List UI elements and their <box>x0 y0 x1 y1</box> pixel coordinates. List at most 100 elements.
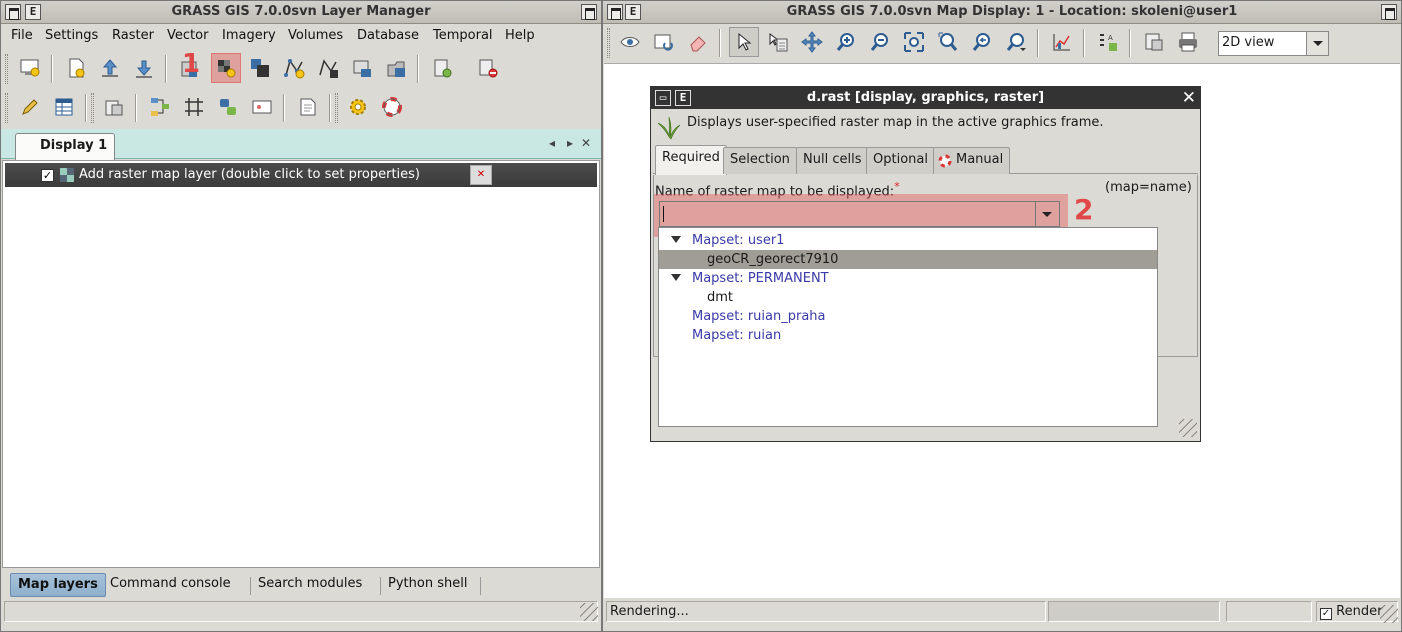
resize-grip[interactable] <box>580 603 598 621</box>
analyze-icon[interactable] <box>1047 27 1077 57</box>
window-minimize-icon[interactable] <box>581 4 597 20</box>
layer-remove-icon[interactable]: ✕ <box>470 165 492 185</box>
new-workspace-icon[interactable] <box>61 53 91 83</box>
pan-icon[interactable] <box>797 27 827 57</box>
list-item[interactable]: Mapset: ruian <box>659 326 1157 345</box>
cartographic-composer-icon[interactable] <box>247 92 277 122</box>
zoom-extent-icon[interactable] <box>899 27 929 57</box>
window-menu-icon[interactable] <box>5 4 21 20</box>
attribute-table-icon[interactable] <box>49 92 79 122</box>
pointer-icon[interactable] <box>729 27 759 57</box>
tab-next-icon[interactable]: ▸ <box>567 136 573 150</box>
menu-temporal[interactable]: Temporal <box>433 28 493 43</box>
launch-script-icon[interactable] <box>293 92 323 122</box>
layer-tree[interactable]: ✓ Add raster map layer (double click to … <box>2 160 600 568</box>
georectify-icon[interactable] <box>99 92 129 122</box>
tab-search-modules[interactable]: Search modules <box>251 573 369 597</box>
bottom-notebook: Map layers Command console Search module… <box>2 569 600 597</box>
print-icon[interactable] <box>1173 27 1203 57</box>
add-vector-map-layer-icon[interactable] <box>279 53 309 83</box>
toolbar-grip[interactable] <box>607 28 610 58</box>
add-raster-map-layer-icon[interactable] <box>211 53 241 83</box>
list-item[interactable]: geoCR_georect7910 <box>659 250 1157 269</box>
layer-row[interactable]: ✓ Add raster map layer (double click to … <box>5 163 597 187</box>
toolbar-grip[interactable] <box>91 93 94 123</box>
render-checkbox[interactable]: ✓ <box>1320 608 1332 620</box>
menu-vector[interactable]: Vector <box>167 28 208 43</box>
raster-map-input[interactable] <box>659 201 1060 227</box>
dialog-resize-grip[interactable] <box>1179 419 1197 437</box>
tab-command-console[interactable]: Command console <box>103 573 238 597</box>
tab-display-1[interactable]: Display 1 <box>15 133 115 160</box>
chevron-down-icon[interactable] <box>1035 202 1059 226</box>
tab-required[interactable]: Required <box>655 145 727 175</box>
dialog-e-button[interactable]: E <box>675 90 691 106</box>
menu-file[interactable]: File <box>11 28 33 43</box>
save-display-icon[interactable] <box>1139 27 1169 57</box>
window-e-button[interactable]: E <box>25 4 41 20</box>
tab-null-cells[interactable]: Null cells <box>796 147 869 174</box>
toolbar-grip[interactable] <box>5 54 8 84</box>
erase-display-icon[interactable] <box>683 27 713 57</box>
list-item[interactable]: Mapset: ruian_praha <box>659 307 1157 326</box>
tab-python-shell[interactable]: Python shell <box>381 573 474 597</box>
window-e-button[interactable]: E <box>625 4 641 20</box>
resize-grip[interactable] <box>1380 605 1398 623</box>
zoom-out-icon[interactable] <box>865 27 895 57</box>
menu-volumes[interactable]: Volumes <box>288 28 343 43</box>
add-overlay-decoration-icon[interactable]: A <box>1093 27 1123 57</box>
toolbar-grip[interactable] <box>335 93 338 123</box>
expand-triangle-icon[interactable] <box>671 274 681 286</box>
new-map-display-icon[interactable] <box>15 53 45 83</box>
list-item[interactable]: Mapset: user1 <box>659 231 1157 250</box>
open-workspace-icon[interactable] <box>95 53 125 83</box>
add-command-layer-icon[interactable] <box>427 53 457 83</box>
expand-triangle-icon[interactable] <box>671 236 681 248</box>
mapset-dropdown-list[interactable]: Mapset: user1 geoCR_georect7910 Mapset: … <box>658 227 1158 427</box>
menu-imagery[interactable]: Imagery <box>222 28 276 43</box>
remove-layer-icon[interactable] <box>473 53 503 83</box>
graphical-modeler-icon[interactable] <box>145 92 175 122</box>
tab-manual[interactable]: Manual <box>933 147 1011 174</box>
chevron-down-icon[interactable] <box>1306 32 1328 55</box>
add-various-vector-icon[interactable] <box>313 53 343 83</box>
menu-database[interactable]: Database <box>357 28 419 43</box>
render-label: Render <box>1336 604 1383 619</box>
list-item[interactable]: Mapset: PERMANENT <box>659 269 1157 288</box>
add-various-raster-icon[interactable] <box>245 53 275 83</box>
view-mode-select[interactable]: 2D view <box>1218 31 1329 56</box>
zoom-in-icon[interactable] <box>831 27 861 57</box>
dialog-menu-icon[interactable]: ▭ <box>655 90 671 106</box>
tab-selection[interactable]: Selection <box>723 147 797 174</box>
display-map-eye-icon[interactable] <box>615 27 645 57</box>
tab-prev-icon[interactable]: ◂ <box>549 136 555 150</box>
tab-manual-label: Manual <box>956 152 1004 167</box>
highlight-marker-2: 2 <box>1074 193 1094 226</box>
add-group-icon[interactable] <box>381 53 411 83</box>
list-item[interactable]: dmt <box>659 288 1157 307</box>
window-minimize-icon[interactable] <box>1381 4 1397 20</box>
tab-optional[interactable]: Optional <box>866 147 935 174</box>
tab-close-icon[interactable]: ✕ <box>581 136 591 150</box>
save-workspace-icon[interactable] <box>129 53 159 83</box>
query-raster-icon[interactable] <box>763 27 793 57</box>
zoom-back-icon[interactable] <box>967 27 997 57</box>
edit-vector-icon[interactable] <box>15 92 45 122</box>
tab-map-layers[interactable]: Map layers <box>10 573 106 597</box>
layer-checkbox[interactable]: ✓ <box>41 169 54 182</box>
toolbar-grip[interactable] <box>5 93 8 123</box>
help-lifebuoy-icon[interactable] <box>377 92 407 122</box>
close-icon[interactable]: ✕ <box>1182 88 1196 108</box>
render-map-icon[interactable] <box>649 27 679 57</box>
menu-raster[interactable]: Raster <box>112 28 154 43</box>
zoom-menu-icon[interactable] <box>1001 27 1031 57</box>
menu-help[interactable]: Help <box>505 28 535 43</box>
map-label: dmt <box>707 290 734 305</box>
settings-gear-icon[interactable] <box>343 92 373 122</box>
zoom-region-icon[interactable] <box>933 27 963 57</box>
grid-icon[interactable] <box>179 92 209 122</box>
window-menu-icon[interactable] <box>607 4 623 20</box>
menu-settings[interactable]: Settings <box>45 28 98 43</box>
add-overlay-icon[interactable] <box>347 53 377 83</box>
python-tools-icon[interactable] <box>213 92 243 122</box>
